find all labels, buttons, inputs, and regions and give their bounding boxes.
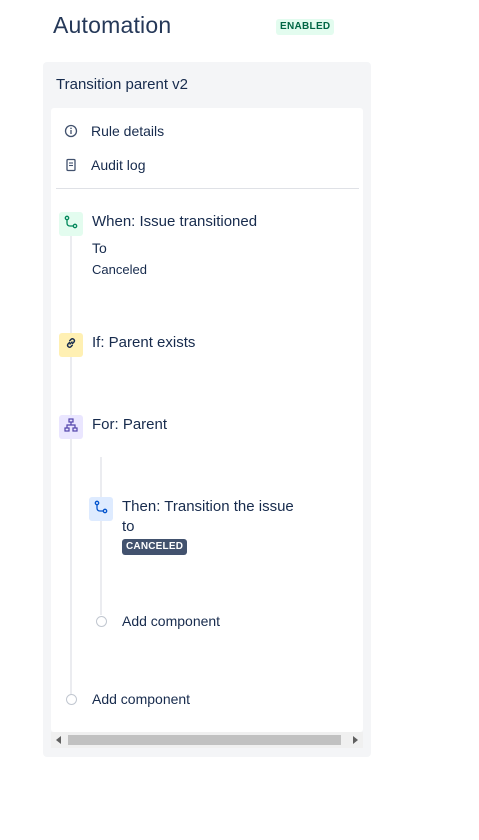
action-title-line2[interactable]: to	[122, 517, 135, 537]
transition-icon	[94, 500, 108, 519]
divider	[56, 188, 359, 189]
page-title: Automation	[53, 12, 172, 38]
audit-log-link[interactable]: Audit log	[64, 154, 145, 176]
condition-icon-box[interactable]	[59, 333, 83, 357]
link-icon	[64, 336, 78, 355]
flow-connector-line	[70, 232, 72, 700]
rule-name: Transition parent v2	[56, 76, 189, 93]
scroll-right-icon[interactable]	[353, 736, 358, 744]
branch-title[interactable]: For: Parent	[92, 415, 167, 435]
transition-icon	[64, 215, 78, 234]
branch-add-component-link[interactable]: Add component	[122, 613, 220, 629]
trigger-title[interactable]: When: Issue transitioned	[92, 212, 257, 232]
rule-details-link[interactable]: Rule details	[64, 120, 164, 142]
add-component-dot[interactable]	[66, 694, 77, 705]
rule-panel: Transition parent v2 Rule details Audit …	[43, 62, 371, 757]
branch-connector-line	[100, 457, 102, 615]
hierarchy-icon	[64, 417, 78, 437]
scrollbar-thumb[interactable]	[68, 735, 341, 745]
condition-title[interactable]: If: Parent exists	[92, 333, 195, 353]
action-title-line1[interactable]: Then: Transition the issue	[122, 497, 294, 517]
trigger-field-label: To	[92, 240, 107, 256]
add-component-link[interactable]: Add component	[92, 691, 190, 707]
action-status-lozenge: CANCELED	[122, 539, 188, 555]
horizontal-scrollbar[interactable]	[51, 732, 363, 748]
info-icon	[64, 124, 78, 138]
trigger-icon-box[interactable]	[59, 212, 83, 236]
audit-log-label: Audit log	[91, 157, 146, 173]
action-icon-box[interactable]	[89, 497, 113, 521]
document-icon	[64, 158, 78, 172]
trigger-field-value: Canceled	[92, 262, 147, 277]
branch-icon-box[interactable]	[59, 415, 83, 439]
rule-status-badge: ENABLED	[276, 19, 335, 35]
rule-components-card: Rule details Audit log When: Issue trans…	[51, 108, 363, 732]
rule-details-label: Rule details	[91, 123, 165, 139]
branch-add-component-dot[interactable]	[96, 616, 107, 627]
scroll-left-icon[interactable]	[56, 736, 61, 744]
